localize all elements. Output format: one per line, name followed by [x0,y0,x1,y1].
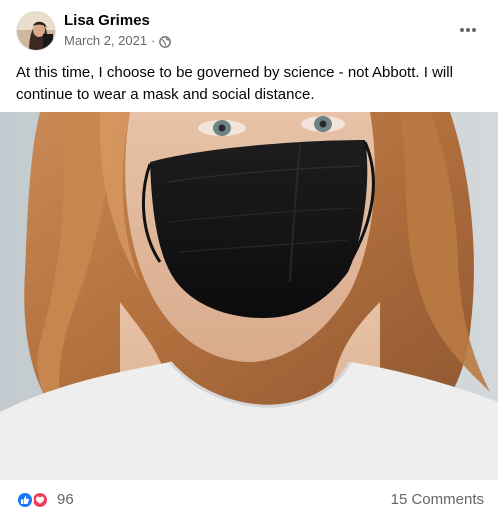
feed-post: Lisa Grimes March 2, 2021 · At this time… [0,0,498,518]
author-name[interactable]: Lisa Grimes [64,12,150,30]
author-avatar[interactable] [16,11,56,51]
like-icon [16,491,34,509]
post-text: At this time, I choose to be governed by… [16,64,453,103]
reactions-summary[interactable]: 96 [16,490,74,510]
globe-icon[interactable] [159,35,172,48]
post-footer: 96 15 Comments [0,480,498,518]
comments-count-link[interactable]: 15 Comments [391,490,484,510]
post-photo[interactable] [0,112,498,480]
more-options-icon[interactable] [456,18,480,42]
meta-separator: · [151,33,156,48]
post-timestamp[interactable]: March 2, 2021 [64,33,147,49]
woman-wearing-mask-image [0,112,498,480]
avatar-image [17,12,55,50]
post-meta: March 2, 2021 · [64,33,172,49]
post-header: Lisa Grimes March 2, 2021 · [0,0,498,58]
reaction-count: 96 [57,491,74,508]
